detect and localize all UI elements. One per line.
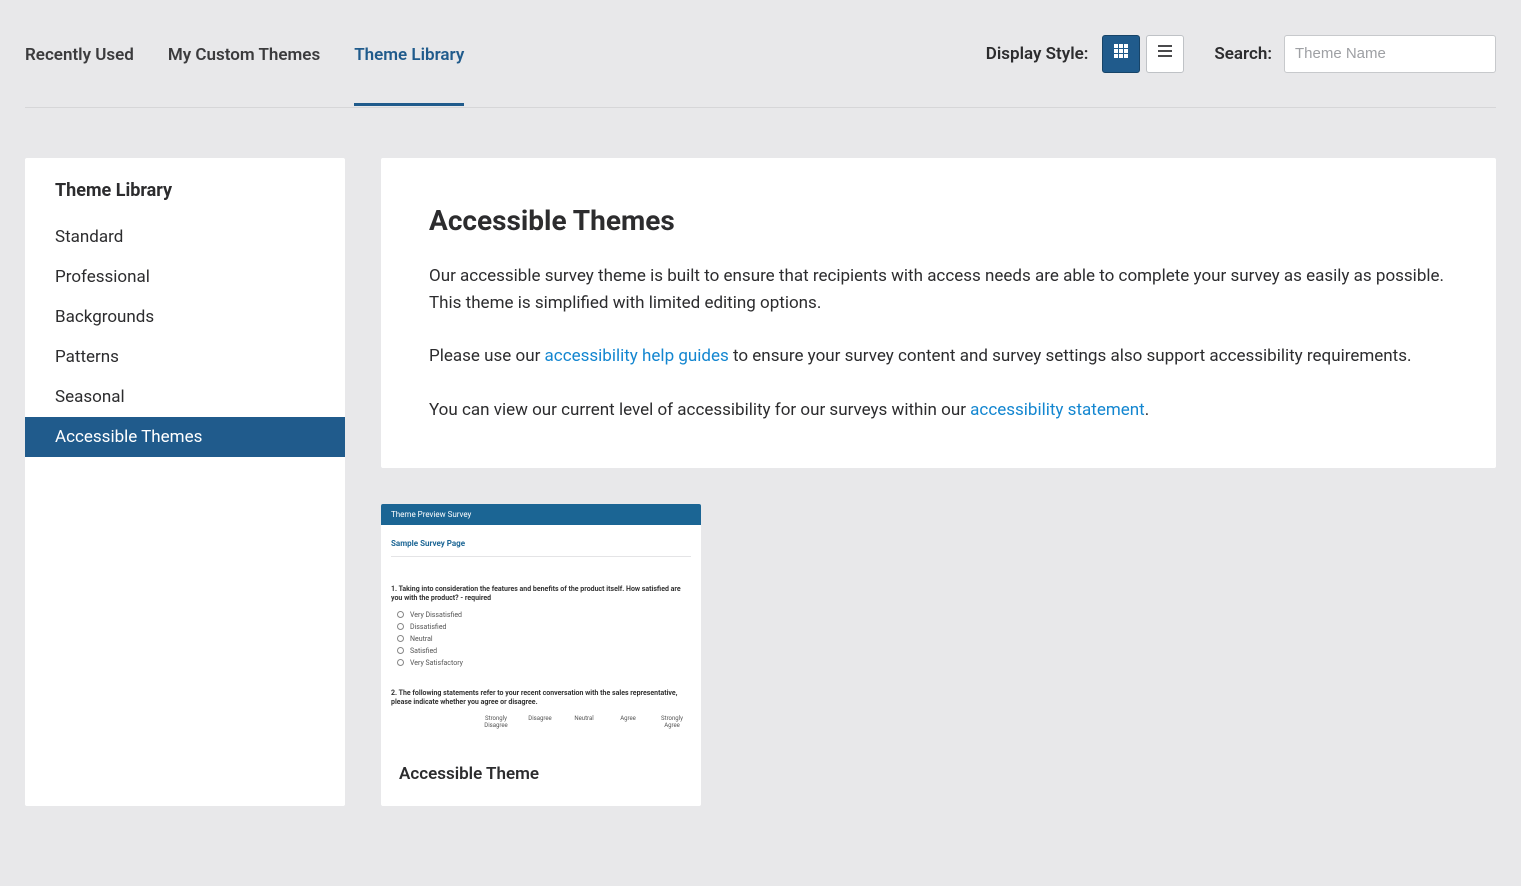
search-group: Search: — [1214, 35, 1496, 73]
preview-opt: Very Satisfactory — [397, 659, 691, 667]
theme-card-accessible[interactable]: Theme Preview Survey Sample Survey Page … — [381, 504, 701, 806]
preview-header: Theme Preview Survey — [381, 504, 701, 525]
display-style-group: Display Style: — [986, 35, 1185, 73]
topbar-right: Display Style: Search: — [986, 35, 1496, 73]
info-title: Accessible Themes — [429, 204, 1448, 237]
search-input[interactable] — [1284, 35, 1496, 73]
info-p2-post: to ensure your survey content and survey… — [729, 346, 1412, 366]
preview-scale: Strongly Disagree Disagree Neutral Agree… — [391, 715, 691, 729]
display-style-label: Display Style: — [986, 44, 1089, 64]
grid-view-button[interactable] — [1102, 35, 1140, 73]
preview-opt: Very Dissatisfied — [397, 611, 691, 619]
info-p2-pre: Please use our — [429, 346, 545, 366]
info-paragraph-1: Our accessible survey theme is built to … — [429, 263, 1448, 317]
theme-grid: Theme Preview Survey Sample Survey Page … — [381, 504, 1496, 806]
list-icon — [1157, 43, 1173, 64]
sidebar: Theme Library Standard Professional Back… — [25, 158, 345, 806]
tab-recently-used[interactable]: Recently Used — [25, 3, 134, 105]
preview-opt: Dissatisfied — [397, 623, 691, 631]
sidebar-item-accessible-themes[interactable]: Accessible Themes — [25, 417, 345, 457]
info-paragraph-2: Please use our accessibility help guides… — [429, 343, 1448, 370]
info-p3-pre: You can view our current level of access… — [429, 400, 970, 420]
search-label: Search: — [1214, 44, 1272, 64]
info-paragraph-3: You can view our current level of access… — [429, 397, 1448, 424]
grid-icon — [1113, 43, 1129, 64]
sidebar-item-backgrounds[interactable]: Backgrounds — [25, 297, 345, 337]
main-column: Accessible Themes Our accessible survey … — [381, 158, 1496, 806]
info-card: Accessible Themes Our accessible survey … — [381, 158, 1496, 468]
theme-card-label: Accessible Theme — [381, 742, 701, 806]
preview-opt: Satisfied — [397, 647, 691, 655]
sidebar-title: Theme Library — [25, 158, 345, 217]
view-toggle — [1102, 35, 1184, 73]
preview-q2: 2. The following statements refer to you… — [391, 689, 691, 707]
theme-preview: Theme Preview Survey Sample Survey Page … — [381, 504, 701, 742]
sidebar-item-standard[interactable]: Standard — [25, 217, 345, 257]
info-p3-post: . — [1145, 400, 1149, 420]
preview-q1: 1. Taking into consideration the feature… — [391, 585, 691, 603]
topbar: Recently Used My Custom Themes Theme Lib… — [25, 0, 1496, 108]
main-tabs: Recently Used My Custom Themes Theme Lib… — [25, 3, 464, 105]
content: Theme Library Standard Professional Back… — [25, 108, 1496, 806]
sidebar-item-patterns[interactable]: Patterns — [25, 337, 345, 377]
accessibility-statement-link[interactable]: accessibility statement — [970, 400, 1145, 420]
preview-opt: Neutral — [397, 635, 691, 643]
sidebar-item-professional[interactable]: Professional — [25, 257, 345, 297]
tab-theme-library[interactable]: Theme Library — [354, 3, 464, 105]
tab-my-custom-themes[interactable]: My Custom Themes — [168, 3, 320, 105]
list-view-button[interactable] — [1146, 35, 1184, 73]
preview-page-title: Sample Survey Page — [391, 539, 691, 557]
sidebar-item-seasonal[interactable]: Seasonal — [25, 377, 345, 417]
accessibility-help-link[interactable]: accessibility help guides — [545, 346, 729, 366]
